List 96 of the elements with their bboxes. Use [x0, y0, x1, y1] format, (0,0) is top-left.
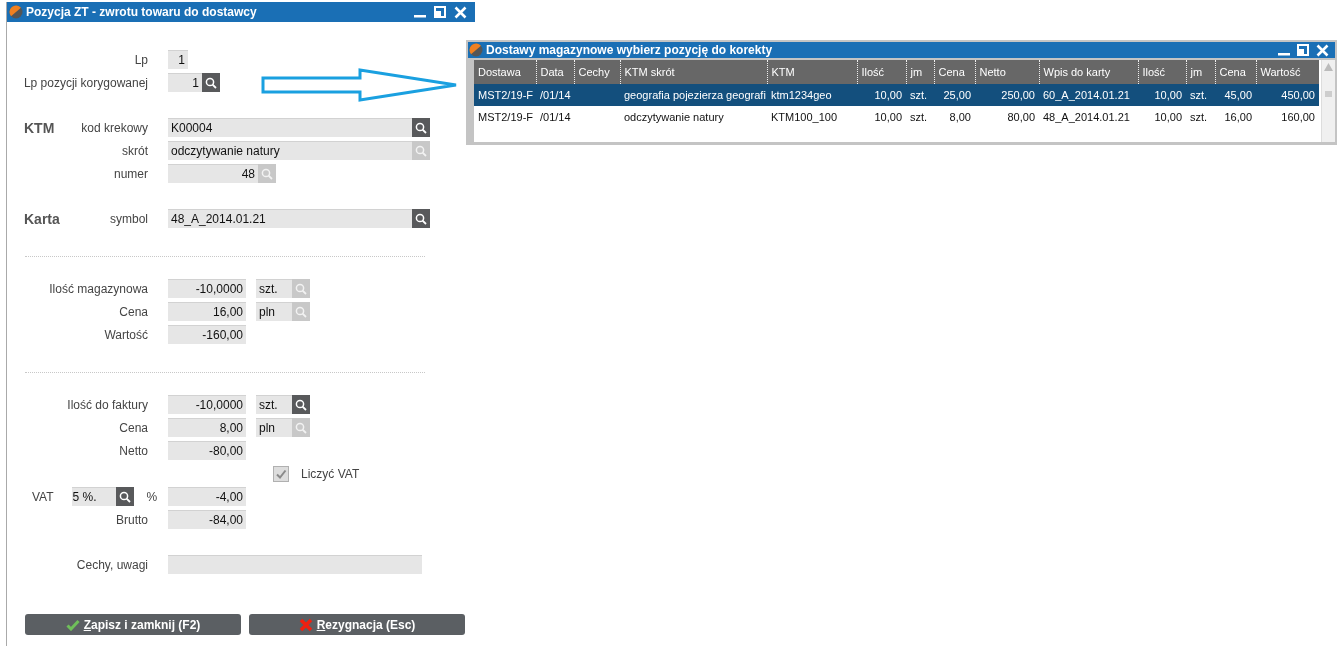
close-icon[interactable] [454, 5, 467, 19]
column-header[interactable]: KTM skrót [620, 60, 767, 84]
table-cell: 16,00 [1224, 111, 1252, 123]
restore-icon[interactable] [434, 6, 446, 18]
input-field[interactable]: -10,0000 [168, 279, 246, 298]
field-label: kod krekowy [81, 120, 148, 135]
field-label: Lp [134, 52, 148, 67]
field-label: VAT [32, 489, 54, 504]
scrollbar[interactable] [1321, 60, 1335, 142]
close-icon[interactable] [1316, 43, 1329, 57]
table-cell: szt. [910, 89, 928, 101]
section-heading: Karta [24, 210, 60, 227]
table-cell: 25,00 [943, 89, 971, 101]
percent-label: % [146, 489, 158, 504]
column-header[interactable]: jm [906, 60, 934, 84]
column-header[interactable]: Dostawa [474, 60, 536, 84]
input-field[interactable]: K00004 [168, 118, 412, 137]
column-header[interactable]: Netto [975, 60, 1039, 84]
input-field[interactable]: 48 [168, 164, 258, 183]
table-cell: geografia pojezierza geografi [624, 89, 766, 101]
app-logo-icon [9, 5, 23, 19]
field-label: skrót [122, 143, 148, 158]
table-row[interactable]: MST2/19-F /01/14 geografia pojezierza geografi ktm1234geo 10,00 szt. 25,00 250,00 60_A_2014.01.21 10,00 szt. 45,00 450,00 [474, 84, 1319, 106]
input-field[interactable]: 1 [168, 50, 188, 69]
input-field[interactable]: 16,00 [168, 302, 246, 321]
table-cell: 250,00 [1001, 89, 1035, 101]
field-label: Ilość magazynowa [49, 281, 148, 296]
table-cell: /01/14 [540, 111, 571, 123]
search-button[interactable] [412, 209, 430, 228]
column-header[interactable]: Data [536, 60, 574, 84]
column-header[interactable]: Cechy [574, 60, 620, 84]
input-field[interactable]: 1 [168, 73, 202, 92]
input-field[interactable]: -10,0000 [168, 395, 246, 414]
table-cell: 10,00 [874, 111, 902, 123]
input-field[interactable]: -160,00 [168, 325, 246, 344]
app-logo-icon [469, 43, 483, 57]
table-cell: 160,00 [1281, 111, 1315, 123]
search-button[interactable] [202, 73, 220, 92]
field-label: symbol [110, 211, 148, 226]
input-field[interactable] [168, 555, 422, 574]
search-button[interactable] [292, 395, 310, 414]
table-cell: 450,00 [1281, 89, 1315, 101]
field-label: Cena [119, 304, 148, 319]
column-header[interactable]: Ilość [1138, 60, 1186, 84]
grip-icon[interactable] [1325, 91, 1332, 97]
column-header[interactable]: KTM [767, 60, 857, 84]
column-header[interactable]: Ilość [857, 60, 906, 84]
column-header[interactable]: Wartość [1256, 60, 1319, 84]
column-header[interactable]: jm [1186, 60, 1215, 84]
input-field[interactable]: 8,00 [168, 418, 246, 437]
input-field[interactable]: -4,00 [168, 487, 246, 506]
input-field[interactable]: -80,00 [168, 441, 246, 460]
search-button[interactable] [412, 118, 430, 137]
table-cell: KTM100_100 [771, 111, 838, 123]
input-field[interactable]: 48_A_2014.01.21 [168, 209, 412, 228]
column-header[interactable]: Wpis do karty [1039, 60, 1138, 84]
table-cell: 45,00 [1224, 89, 1252, 101]
field-label: Ilość do faktury [67, 397, 148, 412]
unit-field[interactable]: szt. [256, 395, 292, 414]
cancel-button[interactable]: Rezygnacja (Esc) [249, 614, 465, 635]
table-cell: ktm1234geo [771, 89, 832, 101]
input-field[interactable]: 5 %. [71, 487, 116, 506]
field-label: Lp pozycji korygowanej [23, 75, 148, 90]
table-cell: MST2/19-F [478, 89, 533, 101]
table-cell: odczytywanie natury [624, 111, 724, 123]
column-header[interactable]: Cena [1215, 60, 1256, 84]
table-row[interactable]: MST2/19-F /01/14 odczytywanie natury KTM100_100 10,00 szt. 8,00 80,00 48_A_2014.01.21 10,00 szt. 16,00 160,00 [474, 106, 1319, 128]
table-cell: szt. [910, 111, 928, 123]
field-label: Brutto [116, 512, 148, 527]
section-heading: KTM [24, 119, 55, 136]
save-button[interactable]: Zapisz i zamknij (F2) [25, 614, 241, 635]
table-cell: 10,00 [1154, 89, 1182, 101]
table-cell: MST2/19-F [478, 111, 533, 123]
field-label: Cena [119, 420, 148, 435]
window-title: Dostawy magazynowe wybierz pozycję do korekty [486, 43, 774, 57]
cross-icon [298, 617, 313, 632]
input-field[interactable]: -84,00 [168, 510, 246, 529]
restore-icon[interactable] [1297, 44, 1309, 56]
field-label: Netto [119, 443, 148, 458]
table-cell: 48_A_2014.01.21 [1043, 111, 1130, 123]
checkbox-label: Liczyć VAT [301, 466, 360, 481]
field-label: Wartość [104, 327, 148, 342]
table-cell: szt. [1190, 89, 1208, 101]
table-cell: szt. [1190, 111, 1208, 123]
field-label: numer [114, 166, 148, 181]
column-header[interactable]: Cena [934, 60, 975, 84]
checkmark-icon [65, 618, 80, 631]
table-cell: 60_A_2014.01.21 [1043, 89, 1130, 101]
table-cell: 10,00 [1154, 111, 1182, 123]
window-title: Pozycja ZT - zwrotu towaru do dostawcy [26, 5, 258, 19]
table-cell: /01/14 [540, 89, 571, 101]
field-label: Cechy, uwagi [76, 557, 148, 572]
table-cell: 80,00 [1007, 111, 1035, 123]
table-cell: 10,00 [874, 89, 902, 101]
input-field[interactable]: odczytywanie natury [168, 141, 412, 160]
table-cell: 8,00 [949, 111, 971, 123]
